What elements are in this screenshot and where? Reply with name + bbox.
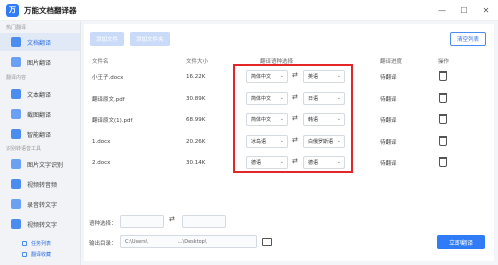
- sidebar-section-hot: 热门翻译: [6, 25, 27, 31]
- sidebar-item-label: 视频转文字: [27, 221, 58, 229]
- image-icon: [11, 57, 21, 67]
- output-dir-input[interactable]: C:\Users\ …\Desktop\: [120, 235, 257, 248]
- trash-icon[interactable]: [439, 114, 447, 124]
- sidebar-item-label: 文档翻译: [27, 39, 52, 47]
- sidebar-item-label: 图片文字识别: [27, 161, 64, 169]
- sidebar-section-content: 翻译内容: [6, 75, 27, 81]
- folder-icon[interactable]: [262, 238, 272, 246]
- file-size: 30.89K: [186, 96, 206, 102]
- sidebar-section-tools: 识别转语音工具: [6, 146, 42, 152]
- progress-status: 待翻译: [380, 161, 397, 167]
- translation-favorites-link[interactable]: 翻译收藏: [22, 251, 51, 258]
- file-name: 2.docx: [92, 160, 111, 166]
- sidebar-item-ai-translate[interactable]: 智能翻译: [0, 125, 80, 143]
- progress-status: 待翻译: [380, 118, 397, 124]
- sidebar-item-label: 视频转音频: [27, 181, 58, 189]
- progress-status: 待翻译: [380, 140, 397, 146]
- file-size: 30.14K: [186, 160, 206, 166]
- trash-icon[interactable]: [439, 71, 447, 81]
- file-name: 翻译原文(1).pdf: [92, 118, 133, 124]
- global-target-language-select[interactable]: [182, 215, 226, 228]
- file-name: 翻译原文.pdf: [92, 97, 125, 103]
- text-icon: [11, 89, 21, 99]
- sidebar-item-record-to-text[interactable]: 录音转文字: [0, 195, 80, 213]
- sidebar-item-video-to-text[interactable]: 视频转文字: [0, 215, 80, 233]
- document-icon: [11, 37, 21, 47]
- file-size: 68.99K: [186, 117, 206, 123]
- close-button[interactable]: ✕: [480, 4, 492, 16]
- favorites-label: 翻译收藏: [31, 252, 52, 258]
- video-text-icon: [11, 219, 21, 229]
- record-icon: [11, 199, 21, 209]
- header-filename: 文件名: [92, 59, 109, 65]
- star-icon: [22, 252, 27, 257]
- output-dir-label: 输出目录：: [89, 241, 117, 247]
- clear-list-button[interactable]: 清空列表: [449, 32, 486, 46]
- sidebar-item-document-translate[interactable]: 文档翻译: [0, 33, 80, 51]
- sidebar-item-text-translate[interactable]: 文本翻译: [0, 85, 80, 103]
- app-title: 万能文档翻译器: [24, 5, 77, 15]
- maximize-button[interactable]: ☐: [458, 4, 470, 16]
- task-list-label: 任务列表: [31, 241, 52, 247]
- screenshot-icon: [11, 109, 21, 119]
- header-filesize: 文件大小: [186, 59, 209, 65]
- file-size: 16.22K: [186, 74, 206, 80]
- language-select-label: 语种选择：: [89, 221, 117, 227]
- sidebar-item-label: 智能翻译: [27, 131, 52, 139]
- sidebar-item-label: 文本翻译: [27, 91, 52, 99]
- sidebar-item-screenshot-translate[interactable]: 截图翻译: [0, 105, 80, 123]
- app-logo-icon: 万: [6, 3, 19, 17]
- start-translate-button[interactable]: 立即翻译: [437, 235, 485, 249]
- list-icon: [22, 241, 27, 246]
- minimize-button[interactable]: —: [436, 4, 448, 16]
- header-progress: 翻译进度: [380, 59, 403, 65]
- sidebar: 热门翻译 文档翻译 图片翻译 翻译内容 文本翻译 截图翻译 智能翻译 识别转语音…: [0, 21, 81, 265]
- title-bar: 万 万能文档翻译器 — ☐ ✕: [0, 0, 498, 21]
- ai-icon: [11, 129, 21, 139]
- add-folder-button[interactable]: 添加文件夹: [130, 32, 170, 46]
- file-name: 1.docx: [92, 139, 111, 145]
- output-path-end: …\Desktop\: [177, 238, 207, 245]
- add-file-button[interactable]: 添加文件: [90, 32, 125, 46]
- progress-status: 待翻译: [380, 75, 397, 81]
- sidebar-item-image-translate[interactable]: 图片翻译: [0, 53, 80, 71]
- header-actions: 操作: [438, 59, 450, 65]
- ocr-icon: [11, 159, 21, 169]
- trash-icon[interactable]: [439, 157, 447, 167]
- output-path-start: C:\Users\: [125, 238, 148, 245]
- sidebar-item-video-to-audio[interactable]: 视频转音频: [0, 175, 80, 193]
- sidebar-item-label: 录音转文字: [27, 201, 58, 209]
- file-name: 小王子.docx: [92, 75, 124, 81]
- trash-icon[interactable]: [439, 136, 447, 146]
- sidebar-item-label: 截图翻译: [27, 111, 52, 119]
- sidebar-item-label: 图片翻译: [27, 59, 52, 67]
- video-icon: [11, 179, 21, 189]
- task-list-link[interactable]: 任务列表: [22, 240, 51, 247]
- sidebar-item-ocr[interactable]: 图片文字识别: [0, 155, 80, 173]
- progress-status: 待翻译: [380, 97, 397, 103]
- global-source-language-select[interactable]: [120, 215, 164, 228]
- global-swap-icon[interactable]: ⇄: [169, 215, 175, 223]
- file-size: 20.26K: [186, 139, 206, 145]
- trash-icon[interactable]: [439, 93, 447, 103]
- language-selection-highlight: [233, 64, 353, 173]
